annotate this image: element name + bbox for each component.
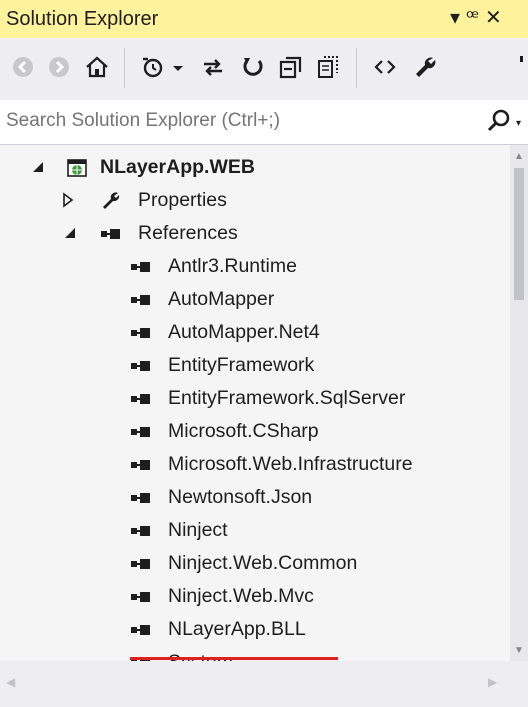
toolbar-separator [356, 48, 357, 88]
collapsed-arrow-icon[interactable] [60, 192, 76, 208]
toolbar-separator [124, 48, 125, 88]
web-project-icon [67, 159, 87, 177]
reference-icon [131, 394, 150, 404]
reference-label: Microsoft.Web.Infrastructure [168, 453, 413, 475]
vertical-scroll-thumb[interactable] [514, 168, 524, 300]
reference-label: NLayerApp.BLL [168, 618, 306, 640]
close-icon[interactable]: ✕ [485, 7, 508, 29]
collapse-all-icon[interactable] [274, 50, 308, 84]
expanded-arrow-icon[interactable] [62, 225, 78, 241]
tree-item-references[interactable]: References [0, 217, 510, 250]
forward-icon[interactable] [42, 50, 76, 84]
toolbar [0, 38, 528, 100]
reference-label: Ninject.Web.Common [168, 552, 358, 574]
search-options-icon[interactable]: ▾ [516, 118, 521, 129]
properties-label: Properties [138, 189, 227, 211]
reference-icon [131, 328, 150, 338]
reference-label: Newtonsoft.Json [168, 486, 313, 508]
reference-icon [131, 625, 150, 635]
tree-item-reference[interactable]: Newtonsoft.Json [0, 481, 510, 514]
history-dropdown-icon[interactable] [168, 50, 188, 84]
horizontal-scrollbar[interactable]: ◀ ▶ [0, 661, 510, 707]
reference-label: AutoMapper.Net4 [168, 321, 320, 343]
view-code-icon[interactable] [368, 50, 402, 84]
history-icon[interactable] [136, 50, 170, 84]
tree-item-reference[interactable]: Microsoft.Web.Infrastructure [0, 448, 510, 481]
highlight-underline [130, 657, 338, 660]
tree-item-reference[interactable]: Antlr3.Runtime [0, 250, 510, 283]
reference-label: Ninject [168, 519, 228, 541]
properties-icon[interactable] [408, 50, 442, 84]
reference-label: Antlr3.Runtime [168, 255, 297, 277]
reference-label: EntityFramework [168, 354, 315, 376]
search-icon[interactable] [486, 108, 512, 134]
tree-item-reference[interactable]: Microsoft.CSharp [0, 415, 510, 448]
scroll-right-icon[interactable]: ▶ [488, 675, 497, 689]
solution-tree: NLayerApp.WEB Properties References Antl… [0, 145, 510, 661]
tree-item-properties[interactable]: Properties [0, 184, 510, 217]
reference-icon [131, 361, 150, 371]
search-bar[interactable]: ▾ [0, 100, 528, 145]
expanded-arrow-icon[interactable] [30, 159, 46, 175]
panel-title: Solution Explorer [6, 8, 159, 30]
tree-item-reference[interactable]: AutoMapper.Net4 [0, 316, 510, 349]
tree-item-reference[interactable]: Ninject.Web.Common [0, 547, 510, 580]
tree-item-reference[interactable]: Ninject [0, 514, 510, 547]
tree-item-project[interactable]: NLayerApp.WEB [0, 151, 510, 184]
reference-icon [131, 460, 150, 470]
tree-item-reference[interactable]: Ninject.Web.Mvc [0, 580, 510, 613]
home-icon[interactable] [80, 50, 114, 84]
show-all-files-icon[interactable] [312, 50, 346, 84]
scroll-left-icon[interactable]: ◀ [6, 675, 15, 689]
toolbar-overflow-icon[interactable] [520, 56, 523, 62]
project-label: NLayerApp.WEB [100, 156, 255, 178]
scroll-up-icon[interactable]: ▲ [514, 151, 524, 162]
tree-item-reference-highlighted[interactable]: NLayerApp.BLL [0, 613, 510, 646]
sync-icon[interactable] [196, 50, 230, 84]
title-controls[interactable]: ▾ꟹ✕ [450, 5, 508, 30]
reference-icon [131, 592, 150, 602]
pin-icon[interactable]: ꟹ [466, 7, 485, 29]
dropdown-icon[interactable]: ▾ [450, 7, 466, 29]
reference-icon [131, 493, 150, 503]
search-input[interactable] [0, 100, 482, 142]
reference-label: Ninject.Web.Mvc [168, 585, 314, 607]
reference-icon [131, 526, 150, 536]
reference-icon [131, 559, 150, 569]
reference-label: Microsoft.CSharp [168, 420, 319, 442]
refresh-icon[interactable] [236, 50, 270, 84]
scrollbar-corner [510, 661, 528, 707]
references-label: References [138, 222, 238, 244]
reference-label: EntityFramework.SqlServer [168, 387, 406, 409]
reference-icon [131, 427, 150, 437]
reference-icon [131, 295, 150, 305]
scroll-down-icon[interactable]: ▼ [514, 645, 524, 656]
tree-item-reference[interactable]: AutoMapper [0, 283, 510, 316]
tree-item-reference[interactable]: EntityFramework.SqlServer [0, 382, 510, 415]
reference-icon [101, 229, 120, 239]
reference-label: AutoMapper [168, 288, 275, 310]
tree-item-reference[interactable]: EntityFramework [0, 349, 510, 382]
reference-icon [131, 262, 150, 272]
title-bar: Solution Explorer ▾ꟹ✕ [0, 0, 528, 38]
back-icon[interactable] [6, 50, 40, 84]
wrench-icon [103, 192, 120, 209]
